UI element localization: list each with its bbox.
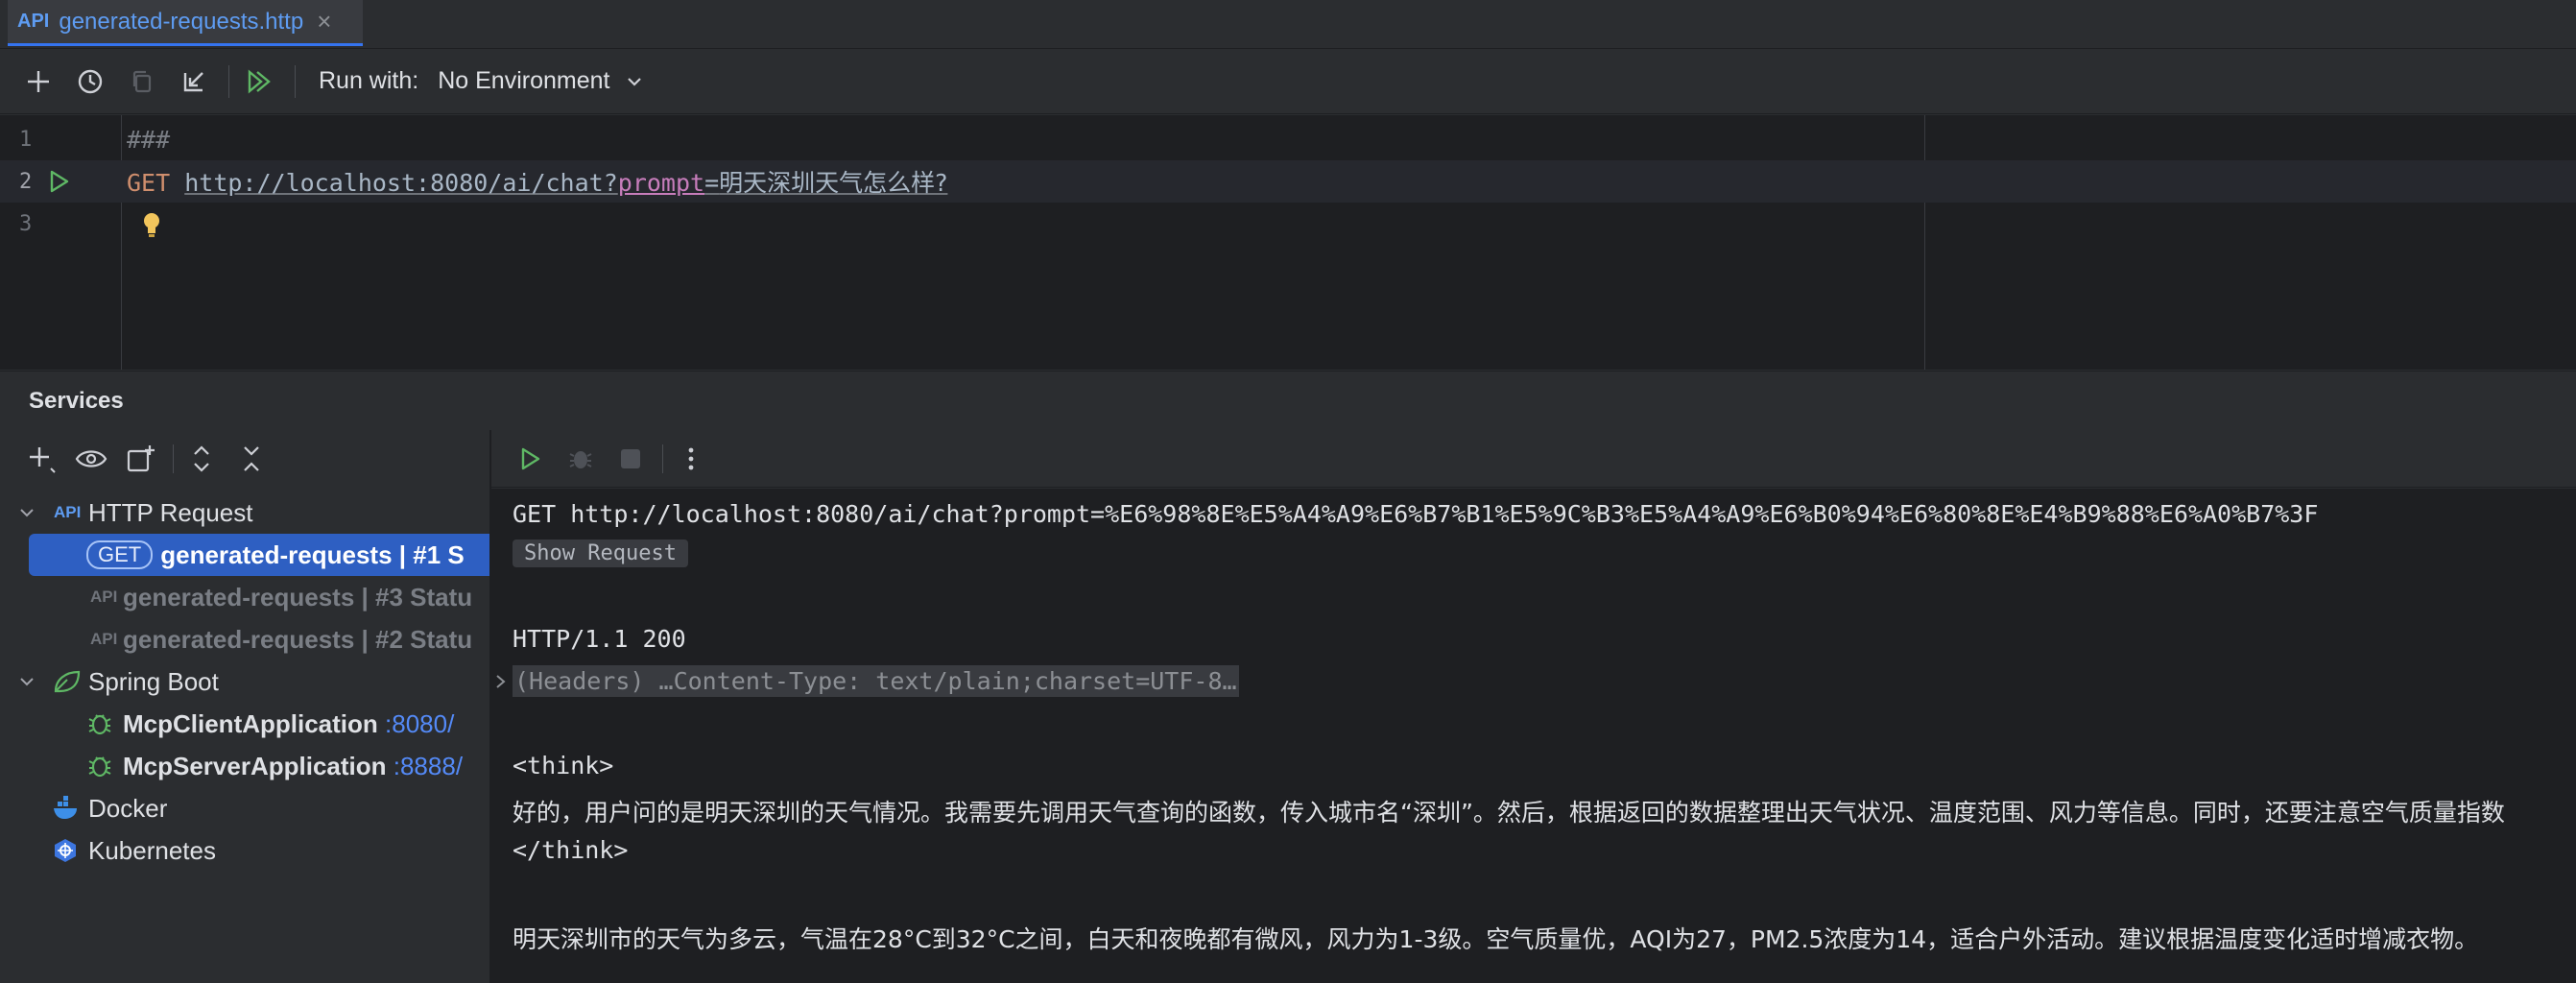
editor-line-2[interactable]: 2 GET http://localhost:8080/ai/chat?prom… <box>0 160 2576 203</box>
collapse-all-icon[interactable] <box>233 441 270 477</box>
chevron-right-icon <box>496 674 506 688</box>
answer-text: 明天深圳市的天气为多云，气温在28°C到32°C之间，白天和夜晚都有微风，风力为… <box>513 925 2479 953</box>
separator-comment: ### <box>127 125 171 154</box>
expand-all-icon[interactable] <box>183 441 220 477</box>
run-all-icon[interactable] <box>241 62 279 101</box>
tree-label: generated-requests | #2 Statu <box>123 624 473 654</box>
think-open-tag: <think> <box>513 752 614 779</box>
stop-icon[interactable] <box>612 441 649 477</box>
api-file-icon: API <box>17 11 50 32</box>
headers-fold[interactable]: (Headers) …Content-Type: text/plain;char… <box>513 665 1239 697</box>
tree-label: McpClientApplication <box>123 708 378 738</box>
tree-label: generated-requests | #3 Statu <box>123 582 473 611</box>
toolbar-separator <box>228 64 229 98</box>
eye-icon[interactable] <box>73 441 109 477</box>
tree-label: McpServerApplication <box>123 751 387 780</box>
http-client-toolbar: Run with: No Environment <box>0 49 2576 114</box>
tree-label: Kubernetes <box>88 835 216 865</box>
line-number: 1 <box>19 127 33 152</box>
tree-node-kubernetes[interactable]: Kubernetes <box>0 829 489 872</box>
line-number: 2 <box>19 169 33 194</box>
toolbar-separator <box>173 444 174 473</box>
editor-tab-bar: API generated-requests.http × <box>0 0 2576 49</box>
run-icon[interactable] <box>513 441 549 477</box>
tree-label: Docker <box>88 793 168 823</box>
close-icon[interactable]: × <box>317 7 331 36</box>
more-options-icon[interactable] <box>673 441 709 477</box>
editor-line-1[interactable]: 1 ### <box>0 118 2576 160</box>
response-output[interactable]: GET http://localhost:8080/ai/chat?prompt… <box>491 489 2576 983</box>
http-method: GET <box>127 169 171 197</box>
kubernetes-icon <box>55 839 76 862</box>
import-icon[interactable] <box>175 62 213 101</box>
tree-node-request-3[interactable]: API generated-requests | #3 Statu <box>0 576 489 618</box>
port-link[interactable]: :8080/ <box>385 709 454 738</box>
services-tree-toolbar <box>0 430 489 488</box>
docker-icon <box>54 796 77 819</box>
api-icon: API <box>90 630 118 648</box>
port-link[interactable]: :8888/ <box>394 752 463 780</box>
tree-label: generated-requests | #1 S <box>160 539 465 569</box>
line-number: 3 <box>19 211 33 236</box>
bug-icon <box>88 714 111 735</box>
debug-icon[interactable] <box>562 441 599 477</box>
request-line: GET http://localhost:8080/ai/chat?prompt… <box>127 164 947 199</box>
history-icon[interactable] <box>71 62 109 101</box>
api-icon: API <box>54 503 82 521</box>
toolbar-separator <box>295 64 296 98</box>
query-param-value: 明天深圳天气怎么样? <box>719 169 948 197</box>
chevron-down-icon <box>20 678 34 686</box>
services-panel-header: Services <box>0 371 2576 430</box>
tab-label: generated-requests.http <box>59 8 304 35</box>
bug-icon <box>88 756 111 778</box>
chevron-down-icon <box>20 509 34 517</box>
query-param-name: prompt <box>617 169 705 197</box>
environment-select[interactable]: No Environment <box>438 67 646 95</box>
tree-node-docker[interactable]: Docker <box>0 787 489 829</box>
run-request-icon[interactable] <box>46 168 73 201</box>
plus-icon[interactable] <box>19 62 58 101</box>
tab-generated-requests[interactable]: API generated-requests.http × <box>8 0 363 46</box>
code-editor[interactable]: 1 ### 2 GET http://localhost:8080/ai/cha… <box>0 115 2576 370</box>
tree-node-request-1[interactable]: GET generated-requests | #1 S <box>0 534 489 576</box>
add-service-icon[interactable] <box>23 441 60 477</box>
tree-node-request-2[interactable]: API generated-requests | #2 Statu <box>0 618 489 660</box>
lightbulb-icon[interactable] <box>140 210 163 245</box>
toolbar-separator <box>662 444 663 473</box>
request-url[interactable]: http://localhost:8080/ai/chat? <box>184 169 618 197</box>
api-icon: API <box>90 587 118 606</box>
new-group-icon[interactable] <box>123 441 159 477</box>
tree-label: Spring Boot <box>88 666 219 696</box>
think-content: 好的，用户问的是明天深圳的天气情况。我需要先调用天气查询的函数，传入城市名“深圳… <box>513 799 2505 827</box>
tree-node-mcp-client-app[interactable]: McpClientApplication :8080/ <box>0 703 489 745</box>
status-line: HTTP/1.1 200 <box>513 625 686 653</box>
headers-row[interactable]: (Headers) …Content-Type: text/plain;char… <box>491 665 1239 697</box>
think-close-tag: </think> <box>513 836 629 864</box>
tree-node-mcp-server-app[interactable]: McpServerApplication :8888/ <box>0 745 489 787</box>
request-line-output: GET http://localhost:8080/ai/chat?prompt… <box>513 500 2319 528</box>
show-request-button[interactable]: Show Request <box>513 539 688 567</box>
run-with-label: Run with: <box>319 67 419 94</box>
environment-value: No Environment <box>438 67 610 94</box>
output-toolbar <box>491 430 2576 488</box>
query-equals: = <box>704 169 720 197</box>
copy-icon[interactable] <box>123 62 161 101</box>
tree-node-spring-boot[interactable]: Spring Boot <box>0 660 489 703</box>
spring-boot-icon <box>54 670 81 693</box>
services-tree: API HTTP Request GET generated-requests … <box>0 488 489 983</box>
services-title: Services <box>29 387 124 414</box>
editor-line-3[interactable]: 3 <box>0 203 2576 245</box>
tree-node-http-request[interactable]: API HTTP Request <box>0 492 489 534</box>
chevron-down-icon <box>628 77 642 86</box>
method-badge: GET <box>86 540 154 569</box>
tree-label: HTTP Request <box>88 497 253 527</box>
